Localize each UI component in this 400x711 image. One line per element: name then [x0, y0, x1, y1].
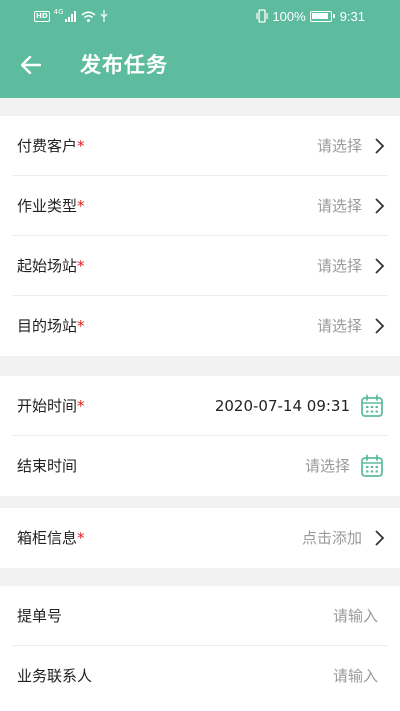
app-bar: HD 4G 100% 9:31 发布任务	[0, 0, 400, 98]
field-value: 请选择	[316, 257, 362, 275]
signal-tag: 4G	[53, 8, 64, 16]
field-value: 请选择	[304, 457, 350, 475]
origin-station-row[interactable]: 起始场站* 请选择	[12, 236, 388, 296]
field-value: 请选择	[316, 137, 362, 155]
task-basic-section: 付费客户* 请选择 作业类型* 请选择 起始场站* 请选择 目的场站* 请选择	[0, 116, 400, 356]
bill-number-input[interactable]: 请输入	[333, 586, 378, 646]
wifi-icon	[81, 11, 96, 22]
container-info-row[interactable]: 箱柜信息* 点击添加	[12, 508, 388, 568]
clock: 9:31	[339, 8, 365, 24]
field-label: 作业类型*	[17, 197, 85, 215]
chevron-right-icon	[375, 318, 385, 334]
vibrate-icon	[256, 9, 269, 23]
battery-icon	[309, 10, 335, 22]
field-label: 目的场站*	[17, 317, 85, 335]
required-mark: *	[77, 197, 85, 215]
required-mark: *	[77, 137, 85, 155]
required-mark: *	[77, 317, 85, 335]
status-left: HD 4G	[34, 8, 108, 24]
field-label: 业务联系人	[17, 667, 93, 685]
time-section: 开始时间* 2020-07-14 09:31 结束时间 请选择	[0, 376, 400, 496]
destination-station-row[interactable]: 目的场站* 请选择	[12, 296, 388, 356]
job-type-row[interactable]: 作业类型* 请选择	[12, 176, 388, 236]
end-time-row[interactable]: 结束时间 请选择	[12, 436, 388, 496]
field-label: 起始场站*	[17, 257, 85, 275]
status-bar: HD 4G 100% 9:31	[0, 0, 400, 32]
chevron-right-icon	[375, 138, 385, 154]
bill-number-row[interactable]: 提单号 请输入	[12, 586, 388, 646]
back-arrow-icon	[21, 56, 41, 74]
signal-icon	[64, 10, 76, 22]
start-time-row[interactable]: 开始时间* 2020-07-14 09:31	[12, 376, 388, 436]
required-mark: *	[77, 257, 85, 275]
field-label: 结束时间	[17, 457, 78, 475]
back-button[interactable]	[14, 50, 48, 80]
hd-badge: HD	[34, 10, 50, 22]
required-mark: *	[77, 397, 85, 415]
status-right: 100% 9:31	[256, 7, 365, 25]
field-value: 请选择	[316, 197, 362, 215]
calendar-icon[interactable]	[360, 454, 384, 478]
payer-customer-row[interactable]: 付费客户* 请选择	[12, 116, 388, 176]
calendar-icon[interactable]	[360, 394, 384, 418]
extra-info-section: 提单号 请输入 业务联系人 请输入	[0, 586, 400, 711]
field-value: 2020-07-14 09:31	[214, 397, 350, 415]
page-title: 发布任务	[80, 53, 168, 77]
business-contact-row[interactable]: 业务联系人 请输入	[12, 646, 388, 706]
required-mark: *	[77, 529, 85, 547]
usb-icon	[100, 10, 107, 22]
chevron-right-icon	[375, 258, 385, 274]
field-label: 开始时间*	[17, 397, 85, 415]
container-section: 箱柜信息* 点击添加	[0, 508, 400, 568]
business-contact-input[interactable]: 请输入	[333, 646, 378, 706]
battery-percent: 100%	[272, 8, 306, 24]
field-label: 箱柜信息*	[17, 529, 85, 547]
chevron-right-icon	[375, 198, 385, 214]
field-value: 点击添加	[301, 529, 362, 547]
chevron-right-icon	[375, 530, 385, 546]
field-label: 付费客户*	[17, 137, 85, 155]
field-value: 请选择	[316, 317, 362, 335]
field-label: 提单号	[17, 607, 63, 625]
